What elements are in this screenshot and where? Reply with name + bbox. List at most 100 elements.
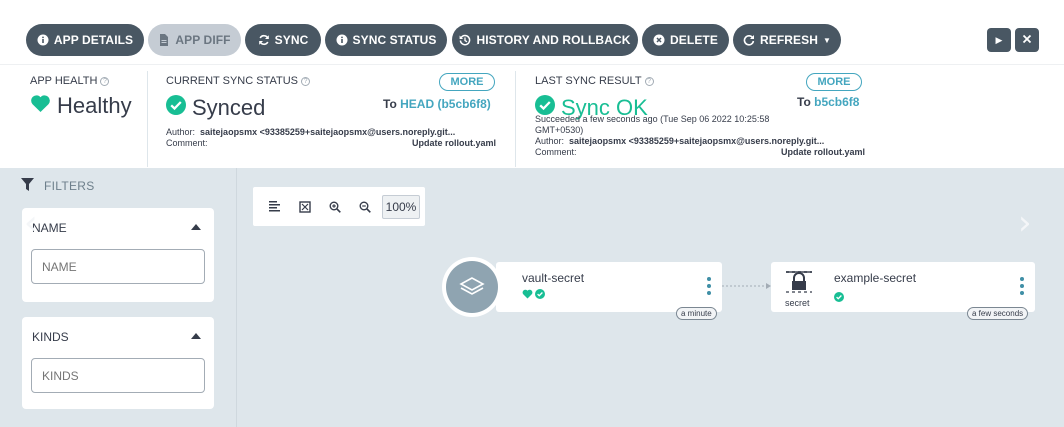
delete-label: DELETE [670,33,718,47]
last-sync-succeeded: Succeeded a few seconds ago (Tue Sep 06 … [535,114,770,124]
history-rollback-button[interactable]: HISTORY AND ROLLBACK [452,24,638,56]
refresh-button[interactable]: REFRESH ▼ [733,24,841,56]
app-health-title-text: APP HEALTH [30,75,98,87]
app-toolbar: APP DETAILS APP DIFF SYNC SYNC STATUS HI… [0,0,1064,64]
app-diff-button[interactable]: APP DIFF [148,24,241,56]
filters-sidebar: FILTERS NAME KINDS [17,168,237,427]
heart-icon [30,93,51,119]
resource-node-vault-secret[interactable]: vault-secret [496,262,722,312]
resource-node-example-secret[interactable]: secret example-secret [771,262,1035,312]
app-main: FILTERS NAME KINDS ‹ [0,168,1064,427]
kebab-menu-icon[interactable] [707,277,711,295]
name-filter-input[interactable] [31,249,205,284]
argocd-app-view: APP DETAILS APP DIFF SYNC SYNC STATUS HI… [0,0,1064,427]
play-icon: ▶ [995,34,1003,45]
last-sync-author-row: Author: saitejaopsmx <93385259+saitejaop… [535,136,824,147]
sync-button[interactable]: SYNC [245,24,321,56]
current-sync-target: To HEAD (b5cb6f8) [383,97,491,111]
fit-screen-icon[interactable] [292,194,318,220]
file-icon [158,34,170,46]
current-sync-comment-row: Comment: Update rollout.yaml [166,138,496,149]
app-diff-label: APP DIFF [175,33,231,47]
close-button[interactable] [1015,28,1039,52]
graph-toolbar: 100% [253,187,425,226]
filters-title: FILTERS [44,179,95,193]
sync-status-button[interactable]: SYNC STATUS [325,24,447,56]
node-status-icons [522,289,545,299]
chevron-left-icon[interactable]: ‹ [24,203,38,243]
app-details-label: APP DETAILS [53,33,134,47]
current-sync-author: saitejaopsmx <93385259+saitejaopsmx@user… [200,127,456,137]
app-health-value: Healthy [57,93,132,118]
current-sync-revision-link[interactable]: HEAD (b5cb6f8) [400,97,491,111]
times-circle-icon [653,34,665,46]
help-icon[interactable]: ? [100,76,110,86]
check-circle-icon [166,95,186,121]
close-icon [1022,33,1032,47]
help-icon[interactable]: ? [644,76,654,86]
status-divider [515,71,516,167]
comment-label: Comment: [535,147,577,157]
kebab-menu-icon[interactable] [1020,277,1024,295]
filters-header[interactable]: FILTERS [21,178,95,194]
name-filter: NAME [22,208,214,302]
app-health-panel: APP HEALTH ? Healthy [30,65,146,169]
collapse-icon[interactable] [191,224,201,230]
resource-graph: 100% vault-secret a minute secret exampl… [238,168,1064,427]
to-label: To [797,95,811,109]
sync-label: SYNC [274,33,309,47]
kinds-filter-input[interactable] [31,358,205,393]
play-button[interactable]: ▶ [987,28,1011,52]
align-left-icon[interactable] [262,194,288,220]
history-icon [459,34,471,46]
last-sync-more-button[interactable]: MORE [806,73,862,91]
last-sync-succeeded-tz: GMT+0530) [535,125,584,135]
last-sync-author: saitejaopsmx <93385259+saitejaopsmx@user… [569,136,825,146]
node-name: vault-secret [522,271,585,285]
info-circle-icon [37,34,49,46]
layers-icon [446,261,498,313]
current-sync-title-text: CURRENT SYNC STATUS [166,75,299,87]
history-rollback-label: HISTORY AND ROLLBACK [476,33,631,47]
comment-label: Comment: [166,138,208,148]
collapse-icon[interactable] [191,333,201,339]
last-sync-revision-link[interactable]: b5cb6f8 [814,95,859,109]
chevron-right-icon[interactable]: › [1018,203,1032,243]
last-sync-panel: LAST SYNC RESULT ? MORE Sync OK To b5cb6… [535,65,870,169]
author-label: Author: [166,127,196,137]
status-divider [147,71,148,167]
kinds-filter-label: KINDS [32,330,69,344]
app-health-status: Healthy [30,93,132,119]
zoom-out-icon[interactable] [352,194,378,220]
lock-icon [784,270,814,299]
current-sync-status: Synced [166,95,265,121]
last-sync-comment: Update rollout.yaml [780,147,865,157]
delete-button[interactable]: DELETE [642,24,729,56]
sync-icon [258,34,270,46]
sync-status-label: SYNC STATUS [352,33,437,47]
current-sync-title: CURRENT SYNC STATUS ? [166,75,311,87]
node-age-badge: a minute [676,307,717,320]
chevron-down-icon: ▼ [823,35,832,45]
to-label: To [383,97,397,111]
last-sync-title: LAST SYNC RESULT ? [535,75,654,87]
refresh-label: REFRESH [759,33,818,47]
zoom-level[interactable]: 100% [382,194,420,219]
redo-icon [743,34,755,46]
zoom-in-icon[interactable] [322,194,348,220]
graph-edge [722,283,771,289]
kinds-filter: KINDS [22,317,214,409]
check-circle-icon [834,289,844,307]
current-sync-panel: CURRENT SYNC STATUS ? MORE Synced To HEA… [166,65,502,169]
heart-icon [522,289,533,299]
last-sync-target: To b5cb6f8 [797,95,859,109]
app-details-button[interactable]: APP DETAILS [26,24,144,56]
current-sync-value: Synced [192,95,266,120]
current-sync-comment: Update rollout.yaml [411,138,496,148]
current-sync-more-button[interactable]: MORE [439,73,495,91]
app-status-bar: APP HEALTH ? Healthy CURRENT SYNC STATUS… [0,64,1064,168]
last-sync-title-text: LAST SYNC RESULT [535,75,642,87]
node-kind-label: secret [785,298,810,308]
help-icon[interactable]: ? [301,76,311,86]
filter-icon [21,178,34,194]
